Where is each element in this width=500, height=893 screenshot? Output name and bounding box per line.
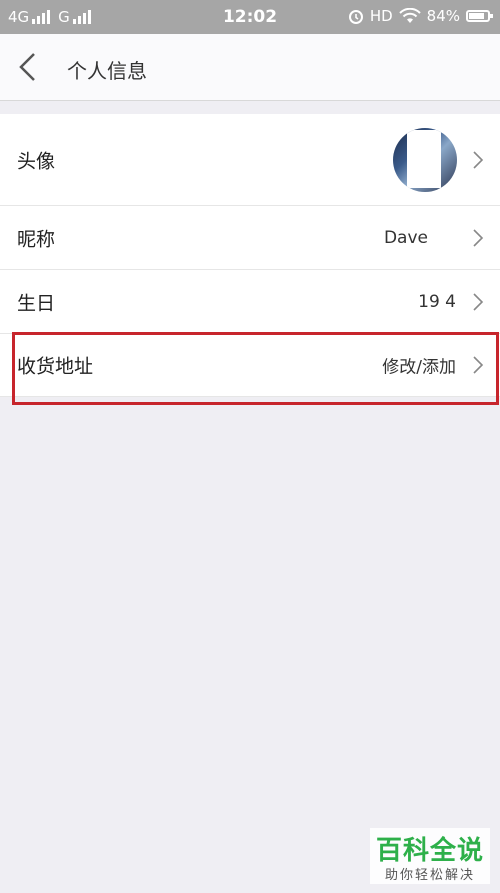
avatar-label: 头像: [17, 150, 56, 172]
battery-icon: [466, 10, 493, 22]
page-title: 个人信息: [67, 59, 147, 83]
list-item-avatar[interactable]: 头像: [0, 114, 500, 206]
list-item-birthday[interactable]: 生日 19 4: [0, 270, 500, 334]
nickname-label: 昵称: [17, 228, 56, 250]
chevron-right-icon: [473, 292, 484, 311]
back-button[interactable]: [10, 46, 50, 88]
battery-percent: 84%: [426, 7, 460, 25]
birthday-label: 生日: [17, 292, 56, 314]
status-bar: 4G G 12:02 HD 84%: [0, 0, 500, 34]
avatar: [393, 128, 457, 192]
hd-badge: HD: [369, 7, 393, 25]
watermark-subtitle: 助你轻松解决: [384, 868, 475, 883]
chevron-left-icon: [19, 53, 35, 81]
list-item-nickname[interactable]: 昵称 Dave: [0, 206, 500, 270]
navigation-bar: 个人信息: [0, 34, 500, 101]
alarm-icon: [348, 10, 363, 24]
chevron-right-icon: [473, 228, 484, 247]
watermark: 百科全说 助你轻松解决: [370, 828, 490, 884]
birthday-value: 19 4: [418, 291, 456, 312]
highlight-box: [12, 332, 499, 405]
nickname-value: Dave: [383, 227, 428, 248]
chevron-right-icon: [473, 150, 484, 169]
watermark-title: 百科全说: [375, 836, 484, 866]
system-indicators: HD 84%: [348, 7, 493, 25]
wifi-icon: [398, 8, 421, 23]
